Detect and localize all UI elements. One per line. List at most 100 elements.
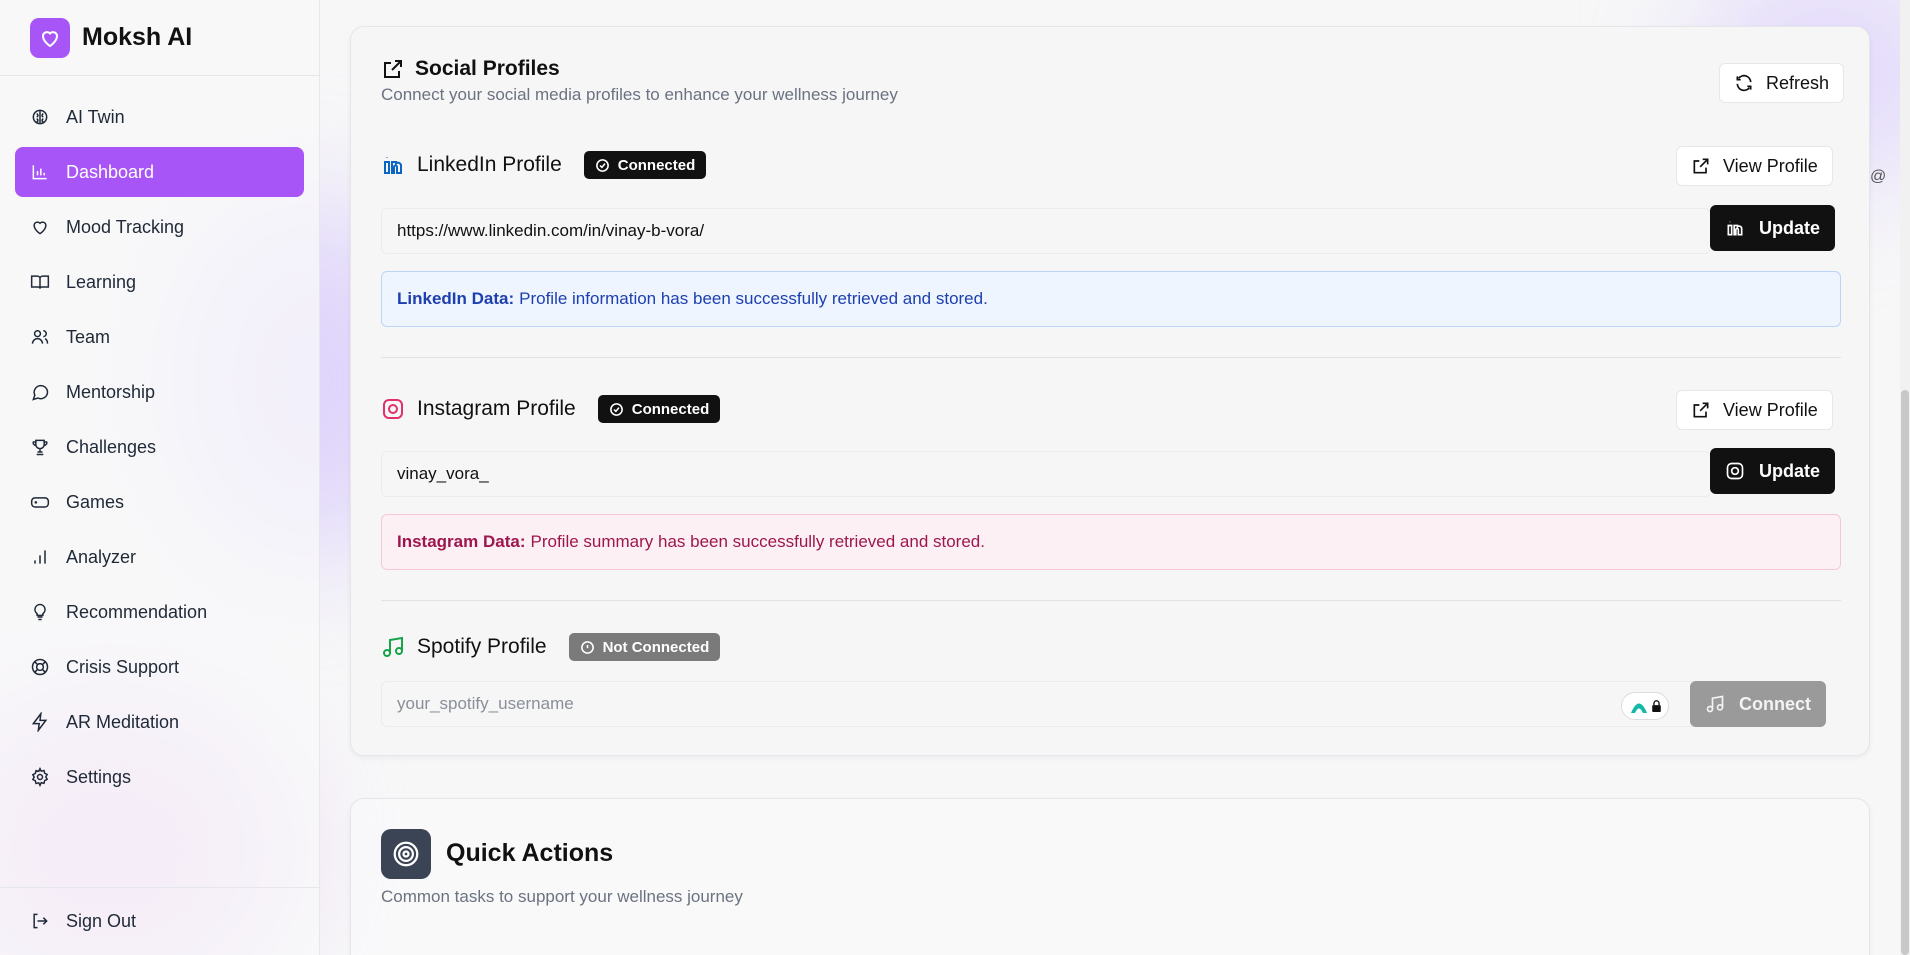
lightbulb-icon [34, 603, 46, 621]
sidebar-item-label: Challenges [66, 436, 157, 457]
refresh-label: Refresh [1766, 72, 1830, 93]
lock-icon [1651, 700, 1661, 712]
external-link-icon [1693, 402, 1709, 418]
sidebar-item-label: Learning [66, 271, 137, 292]
bar-chart-icon [32, 165, 47, 180]
instagram-info-label: Instagram Data: [397, 532, 526, 551]
instagram-view-profile-button[interactable]: View Profile [1676, 390, 1833, 430]
sidebar-item-label: Recommendation [66, 601, 208, 622]
sidebar-item-learning[interactable]: Learning [15, 257, 304, 307]
sidebar: Moksh AI AI Twin Dashboard Mood Tracking… [0, 0, 320, 955]
sidebar-item-challenges[interactable]: Challenges [15, 422, 304, 472]
external-link-icon [1693, 158, 1709, 174]
instagram-title: Instagram Profile [417, 397, 576, 420]
linkedin-update-button[interactable]: Update [1710, 205, 1836, 251]
view-profile-label: View Profile [1723, 399, 1818, 420]
check-circle-icon [609, 402, 623, 416]
sidebar-item-mood-tracking[interactable]: Mood Tracking [15, 202, 304, 252]
life-buoy-icon [31, 658, 49, 676]
sidebar-item-mentorship[interactable]: Mentorship [15, 367, 304, 417]
instagram-header: Instagram Profile Connected [381, 395, 721, 423]
heart-logo-icon [30, 17, 70, 58]
sign-out-label: Sign Out [66, 910, 137, 931]
sidebar-item-settings[interactable]: Settings [15, 752, 304, 802]
trophy-icon [32, 439, 48, 456]
instagram-info-alert: Instagram Data: Profile summary has been… [381, 514, 1841, 570]
quick-actions-title: Quick Actions [446, 839, 614, 867]
sidebar-item-label: Crisis Support [66, 656, 180, 677]
spotify-username-input[interactable] [381, 681, 1701, 727]
update-label: Update [1759, 217, 1821, 238]
quick-actions-card: Quick Actions Common tasks to support yo… [350, 798, 1870, 955]
social-profiles-header: Social Profiles [381, 57, 560, 81]
instagram-info-text: Profile summary has been successfully re… [530, 532, 985, 551]
instagram-username-input[interactable] [381, 451, 1711, 497]
sidebar-item-label: Mentorship [66, 381, 156, 402]
refresh-icon [1736, 74, 1752, 92]
sidebar-item-crisis-support[interactable]: Crisis Support [15, 642, 304, 692]
divider [381, 600, 1841, 601]
sidebar-item-recommendation[interactable]: Recommendation [15, 587, 304, 637]
heart-icon [33, 221, 47, 235]
sidebar-item-ar-meditation[interactable]: AR Meditation [15, 697, 304, 747]
brand[interactable]: Moksh AI [0, 0, 319, 76]
section-subtitle: Connect your social media profiles to en… [381, 85, 898, 104]
instagram-status-badge: Connected [597, 395, 721, 423]
sidebar-item-dashboard[interactable]: Dashboard [15, 147, 304, 197]
book-open-icon [30, 275, 50, 289]
music-note-icon [1706, 695, 1724, 713]
sidebar-item-label: Dashboard [66, 161, 155, 182]
instagram-icon [1726, 462, 1744, 480]
sidebar-item-label: AI Twin [66, 106, 125, 127]
password-manager-icon[interactable] [1621, 692, 1669, 720]
refresh-button[interactable]: Refresh [1719, 63, 1845, 103]
linkedin-info-label: LinkedIn Data: [397, 289, 515, 308]
spotify-header: Spotify Profile Not Connected [381, 633, 721, 661]
sidebar-footer: Sign Out [0, 887, 319, 955]
sidebar-item-label: Mood Tracking [66, 216, 185, 237]
spotify-connect-button[interactable]: Connect [1690, 681, 1826, 727]
external-link-icon [384, 60, 402, 78]
music-note-icon [383, 636, 403, 657]
sidebar-item-team[interactable]: Team [15, 312, 304, 362]
social-profiles-card: Social Profiles Connect your social medi… [350, 26, 1870, 756]
linkedin-status-badge: Connected [583, 151, 707, 179]
sidebar-item-label: Analyzer [66, 546, 137, 567]
linkedin-info-alert: LinkedIn Data: Profile information has b… [381, 271, 1841, 327]
spotify-status-text: Not Connected [602, 638, 710, 656]
spotify-status-badge: Not Connected [568, 633, 721, 661]
linkedin-status-text: Connected [617, 156, 696, 174]
sidebar-item-label: Games [66, 491, 125, 512]
linkedin-info-text: Profile information has been successfull… [519, 289, 988, 308]
gamepad-icon [30, 497, 50, 508]
linkedin-icon [1727, 221, 1743, 236]
sidebar-item-games[interactable]: Games [15, 477, 304, 527]
message-circle-icon [32, 384, 49, 401]
sidebar-item-label: Team [66, 326, 111, 347]
zap-icon [31, 712, 48, 732]
sidebar-item-analyzer[interactable]: Analyzer [15, 532, 304, 582]
log-out-icon [33, 913, 48, 929]
spotify-title: Spotify Profile [417, 635, 547, 658]
linkedin-url-input[interactable] [381, 208, 1711, 254]
signal-bars-icon [34, 550, 46, 564]
section-title: Social Profiles [415, 57, 560, 80]
linkedin-view-profile-button[interactable]: View Profile [1676, 146, 1833, 186]
alert-circle-icon [580, 640, 594, 654]
extension-logo-icon [1630, 703, 1647, 713]
instagram-update-button[interactable]: Update [1710, 448, 1836, 494]
scrollbar-track[interactable] [1900, 0, 1910, 955]
at-symbol: @ [1870, 168, 1887, 185]
connect-label: Connect [1739, 693, 1811, 714]
instagram-status-text: Connected [631, 400, 710, 418]
sidebar-nav: AI Twin Dashboard Mood Tracking Learning… [0, 76, 319, 802]
scrollbar-thumb[interactable] [1901, 390, 1909, 955]
target-icon [381, 829, 431, 879]
linkedin-title: LinkedIn Profile [417, 153, 562, 176]
sidebar-item-label: AR Meditation [66, 711, 180, 732]
sign-out-button[interactable]: Sign Out [15, 896, 304, 946]
instagram-icon [383, 399, 403, 419]
brand-name: Moksh AI [82, 23, 193, 51]
linkedin-icon [384, 157, 402, 174]
sidebar-item-ai-twin[interactable]: AI Twin [15, 92, 304, 142]
